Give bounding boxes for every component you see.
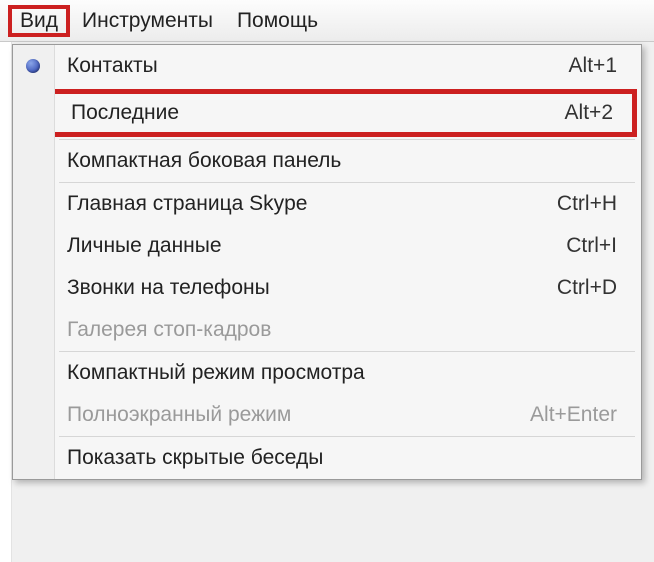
menu-item-label: Контакты [67, 54, 569, 78]
view-dropdown-menu: Контакты Alt+1 Последние Alt+2 Компактна… [12, 44, 642, 480]
menu-item-shortcut: Alt+Enter [530, 403, 617, 427]
menu-item-hidden-chats[interactable]: Показать скрытые беседы [13, 437, 641, 479]
menu-item-label: Главная страница Skype [67, 192, 557, 216]
menu-item-profile[interactable]: Личные данные Ctrl+I [13, 225, 641, 267]
highlight-recent: Последние Alt+2 [17, 89, 637, 137]
menu-item-label: Показать скрытые беседы [67, 446, 617, 470]
menu-item-skype-home[interactable]: Главная страница Skype Ctrl+H [13, 183, 641, 225]
menu-item-phone-calls[interactable]: Звонки на телефоны Ctrl+D [13, 267, 641, 309]
menu-item-label: Личные данные [67, 234, 566, 258]
menu-item-snapshot-gallery: Галерея стоп-кадров [13, 309, 641, 351]
menu-item-label: Компактная боковая панель [67, 149, 617, 173]
radio-bullet-icon [26, 59, 40, 73]
menu-item-contacts[interactable]: Контакты Alt+1 [13, 45, 641, 87]
menu-item-compact-sidebar[interactable]: Компактная боковая панель [13, 140, 641, 182]
menu-item-label: Компактный режим просмотра [67, 361, 617, 385]
menubar-tools[interactable]: Инструменты [70, 5, 225, 37]
menu-item-shortcut: Ctrl+H [557, 192, 617, 216]
menu-item-shortcut: Alt+1 [569, 54, 617, 78]
window-left-edge [0, 42, 12, 562]
menu-item-recent[interactable]: Последние Alt+2 [22, 94, 632, 132]
menu-item-shortcut: Alt+2 [565, 101, 613, 125]
menu-item-label: Галерея стоп-кадров [67, 318, 617, 342]
menu-item-label: Полноэкранный режим [67, 403, 530, 427]
menu-item-label: Последние [71, 101, 565, 125]
menubar-view[interactable]: Вид [8, 5, 70, 37]
menu-item-label: Звонки на телефоны [67, 276, 557, 300]
menu-item-shortcut: Ctrl+D [557, 276, 617, 300]
menu-item-shortcut: Ctrl+I [566, 234, 617, 258]
menubar-help[interactable]: Помощь [225, 5, 330, 37]
menu-item-compact-view[interactable]: Компактный режим просмотра [13, 352, 641, 394]
menubar: Вид Инструменты Помощь [0, 0, 654, 42]
menu-item-fullscreen: Полноэкранный режим Alt+Enter [13, 394, 641, 436]
